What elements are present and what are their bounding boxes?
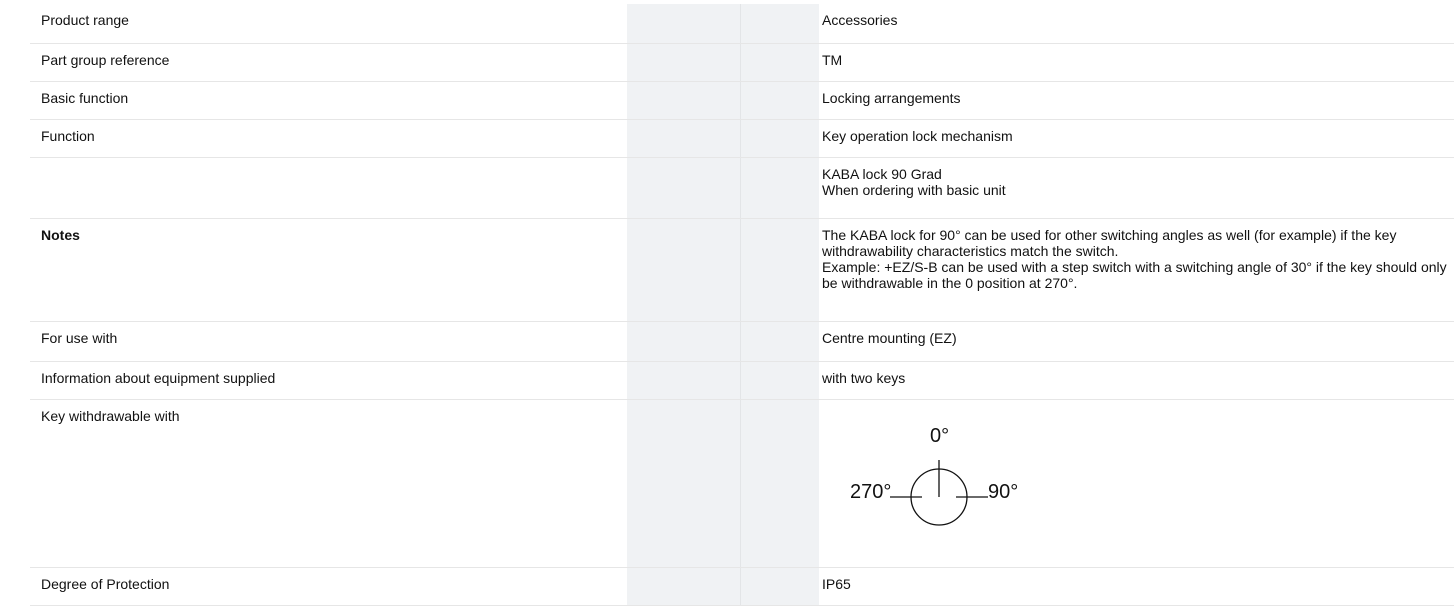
spacer-cell [627, 218, 740, 322]
spacer-cell [627, 43, 740, 82]
row-value: 0° 270° 90° [819, 399, 1454, 568]
table-row: Basic function Locking arrangements [30, 81, 1454, 120]
row-label [30, 157, 627, 219]
spacer-cell [739, 567, 819, 606]
row-value: Centre mounting (EZ) [819, 321, 1454, 362]
spacer-cell [739, 4, 819, 44]
row-label: Information about equipment supplied [30, 361, 627, 400]
row-value: TM [819, 43, 1454, 82]
row-label: Function [30, 119, 627, 158]
row-label: For use with [30, 321, 627, 362]
table-row: Key withdrawable with 0° 270° 90° [30, 399, 1454, 568]
spacer-cell [739, 119, 819, 158]
table-row: Part group reference TM [30, 43, 1454, 82]
row-label: Key withdrawable with [30, 399, 627, 568]
spacer-cell [739, 157, 819, 219]
spec-table: Product range Accessories Part group ref… [30, 4, 1454, 606]
table-row: Notes The KABA lock for 90° can be used … [30, 218, 1454, 322]
spacer-cell [627, 567, 740, 606]
table-row: KABA lock 90 Grad When ordering with bas… [30, 157, 1454, 219]
row-value: with two keys [819, 361, 1454, 400]
spacer-cell [627, 399, 740, 568]
table-row: For use with Centre mounting (EZ) [30, 321, 1454, 362]
spacer-cell [739, 43, 819, 82]
row-value: KABA lock 90 Grad When ordering with bas… [819, 157, 1454, 219]
angle-label-top: 0° [930, 424, 950, 447]
row-value: IP65 [819, 567, 1454, 606]
angle-label-left: 270° [850, 480, 892, 503]
row-value: Accessories [819, 4, 1454, 44]
row-label: Basic function [30, 81, 627, 120]
spacer-cell [739, 81, 819, 120]
row-value: Key operation lock mechanism [819, 119, 1454, 158]
spacer-cell [627, 157, 740, 219]
table-row: Function Key operation lock mechanism [30, 119, 1454, 158]
table-row: Information about equipment supplied wit… [30, 361, 1454, 400]
spacer-cell [627, 4, 740, 44]
spacer-cell [627, 361, 740, 400]
spacer-cell [739, 218, 819, 322]
angle-label-right: 90° [988, 480, 1019, 503]
spacer-cell [739, 399, 819, 568]
row-value: Locking arrangements [819, 81, 1454, 120]
row-label: Notes [30, 218, 627, 322]
spacer-cell [627, 81, 740, 120]
spacer-cell [739, 321, 819, 362]
spacer-cell [627, 119, 740, 158]
table-row: Product range Accessories [30, 4, 1454, 44]
row-label: Product range [30, 4, 627, 44]
table-row: Degree of Protection IP65 [30, 567, 1454, 606]
key-position-diagram: 0° 270° 90° [822, 424, 1062, 544]
spacer-cell [627, 321, 740, 362]
spacer-cell [739, 361, 819, 400]
row-value: The KABA lock for 90° can be used for ot… [819, 218, 1454, 322]
row-label: Part group reference [30, 43, 627, 82]
row-label: Degree of Protection [30, 567, 627, 606]
